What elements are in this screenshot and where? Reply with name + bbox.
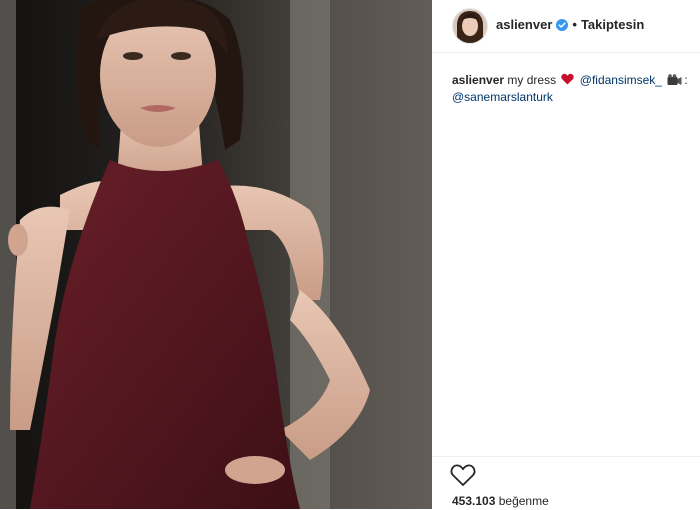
- follow-status-button[interactable]: Takiptesin: [581, 17, 644, 32]
- red-heart-emoji-icon: [561, 73, 575, 85]
- caption-text: my dress: [507, 73, 557, 87]
- post-header: aslienver • Takiptesin: [432, 0, 700, 53]
- post-side-panel: aslienver • Takiptesin aslienver my dres…: [432, 0, 700, 509]
- post-caption: aslienver my dress @fidansimsek_ : @sane…: [452, 72, 692, 106]
- instagram-post: aslienver • Takiptesin aslienver my dres…: [0, 0, 700, 509]
- username-link[interactable]: aslienver: [496, 17, 552, 32]
- separator-dot: •: [572, 17, 577, 32]
- post-photo[interactable]: [0, 0, 432, 509]
- avatar-image: [453, 9, 487, 43]
- likes-label: beğenme: [498, 494, 549, 508]
- header-text: aslienver • Takiptesin: [496, 17, 644, 32]
- likes-count: 453.103: [452, 494, 496, 508]
- mention-link-2[interactable]: @sanemarslanturk: [452, 90, 553, 104]
- movie-camera-emoji-icon: [667, 74, 682, 85]
- caption-separator: :: [684, 73, 688, 87]
- mention-link-1[interactable]: @fidansimsek_: [580, 73, 662, 87]
- heart-outline-icon[interactable]: [450, 463, 476, 487]
- avatar[interactable]: [452, 8, 488, 44]
- verified-badge-icon: [556, 18, 569, 31]
- likes-counter[interactable]: 453.103 beğenme: [452, 494, 549, 508]
- photo-illustration: [0, 0, 432, 509]
- post-actions: 453.103 beğenme: [432, 456, 700, 510]
- caption-username-link[interactable]: aslienver: [452, 73, 504, 87]
